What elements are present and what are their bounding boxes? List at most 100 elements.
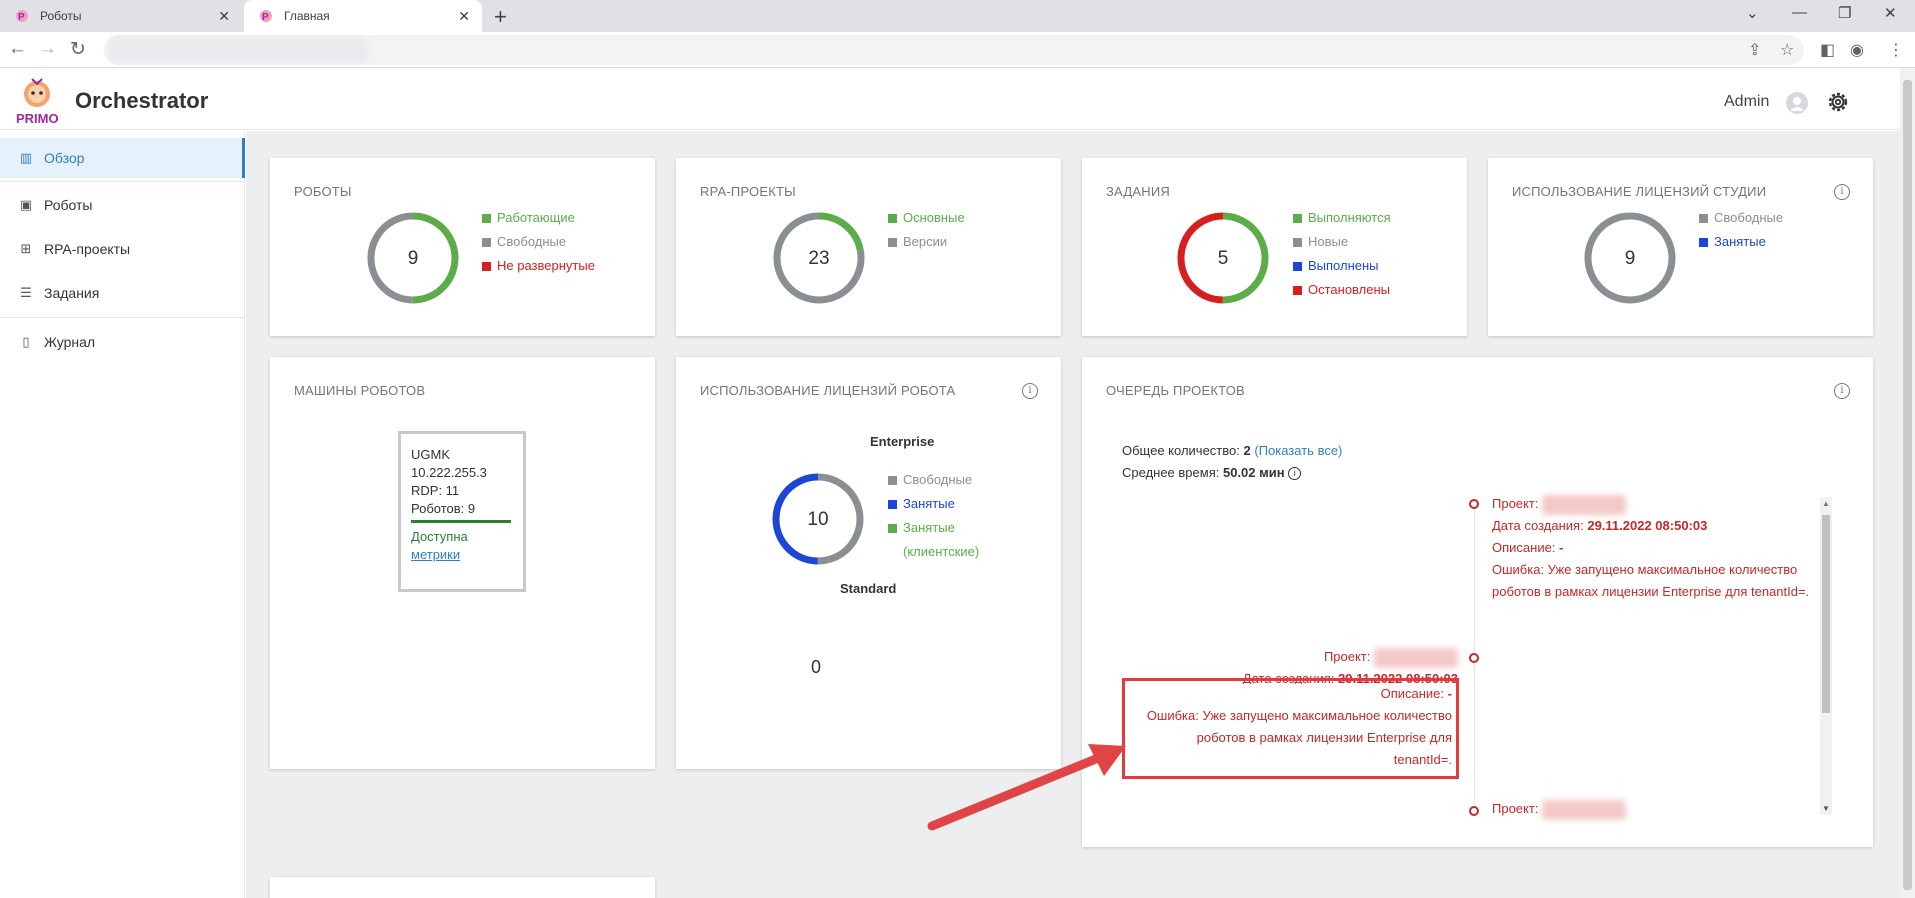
machine-status-bar <box>411 520 511 523</box>
robot-icon: ▣ <box>19 197 33 212</box>
project-queue-card: ОЧЕРЕДЬ ПРОЕКТОВ i Общее количество: 2 (… <box>1082 357 1873 847</box>
app-header: PRIMO Orchestrator Admin <box>0 68 1900 130</box>
info-icon[interactable]: i <box>1022 383 1038 399</box>
machine-tile[interactable]: UGMK 10.222.255.3 RDP: 11 Роботов: 9 Дос… <box>398 431 526 592</box>
legend-item[interactable]: Свободные <box>888 472 1008 496</box>
sidebar-item-overview[interactable]: ▥ Обзор <box>0 138 245 178</box>
side-panel-icon[interactable]: ◧ <box>1820 40 1835 60</box>
gear-icon[interactable] <box>1826 90 1850 114</box>
primo-logo: PRIMO <box>14 76 60 126</box>
journal-icon: ▯ <box>22 334 30 349</box>
robots-legend: Работающие Свободные Не развернутые <box>482 210 595 282</box>
legend-swatch <box>482 214 491 223</box>
legend-item[interactable]: Выполняются <box>1293 210 1391 234</box>
error-message: Ошибка: Уже запущено максимальное количе… <box>1146 708 1452 723</box>
legend-swatch <box>888 500 897 509</box>
legend-item[interactable]: Версии <box>888 234 965 258</box>
jobs-legend: Выполняются Новые Выполнены Остановлены <box>1293 210 1391 306</box>
legend-label: Работающие <box>497 210 575 225</box>
card-title: ИСПОЛЬЗОВАНИЕ ЛИЦЕНЗИЙ СТУДИИ <box>1512 184 1767 199</box>
tab-search-icon[interactable]: ⌄ <box>1746 4 1759 22</box>
show-all-link[interactable]: (Показать все) <box>1254 443 1342 458</box>
queue-entry[interactable]: Проект: Дата создания: 29.11.2022 08:50:… <box>1492 493 1822 603</box>
maximize-icon[interactable]: ❐ <box>1838 4 1851 22</box>
queue-entry[interactable]: Проект: <box>1492 798 1627 820</box>
redacted-project-name <box>1542 494 1627 515</box>
description-label: Описание: <box>1380 686 1445 701</box>
page-scrollbar-thumb[interactable] <box>1903 80 1912 890</box>
queue-average-time: Среднее время: 50.02 мин i <box>1122 465 1302 481</box>
description-label: Описание: <box>1492 540 1556 555</box>
timeline-node <box>1469 499 1479 509</box>
sidebar: ▥ Обзор ▣ Роботы ⊞ RPA-проекты ☰ Задания… <box>0 131 245 898</box>
profile-icon[interactable]: ◉ <box>1850 40 1864 60</box>
donut-total-label: 23 <box>808 248 829 269</box>
queue-total: Общее количество: 2 (Показать все) <box>1122 443 1342 458</box>
queue-scrollbar[interactable]: ▲ ▼ <box>1820 497 1832 815</box>
user-name[interactable]: Admin <box>1724 93 1769 111</box>
legend-label: Новые <box>1308 234 1349 249</box>
sidebar-item-label: Журнал <box>44 334 96 350</box>
legend-item[interactable]: Новые <box>1293 234 1391 258</box>
bar-chart-icon: ▥ <box>19 150 33 165</box>
projects-donut-chart: 23 <box>773 212 865 304</box>
close-tab-icon[interactable]: ✕ <box>458 8 470 25</box>
legend-swatch <box>1293 238 1302 247</box>
date-label: Дата создания: <box>1492 518 1584 533</box>
redacted-url <box>108 37 368 63</box>
scroll-down-icon[interactable]: ▼ <box>1822 804 1830 813</box>
card-title: ОЧЕРЕДЬ ПРОЕКТОВ <box>1106 383 1245 398</box>
timeline-node <box>1469 653 1479 663</box>
close-window-icon[interactable]: ✕ <box>1884 4 1897 22</box>
metrics-link[interactable]: метрики <box>411 546 513 564</box>
legend-swatch <box>1293 286 1302 295</box>
legend-item[interactable]: Остановлены <box>1293 282 1391 306</box>
card-title: МАШИНЫ РОБОТОВ <box>294 383 426 398</box>
error-message: Ошибка: Уже запущено максимальное количе… <box>1492 562 1810 599</box>
sidebar-item-jobs[interactable]: ☰ Задания <box>0 273 245 313</box>
close-tab-icon[interactable]: ✕ <box>218 8 230 25</box>
legend-item[interactable]: Основные <box>888 210 965 234</box>
legend-item[interactable]: Свободные <box>482 234 595 258</box>
url-input[interactable] <box>104 35 1804 65</box>
partial-card <box>270 877 655 898</box>
legend-item[interactable]: Работающие <box>482 210 595 234</box>
scrollbar-thumb[interactable] <box>1822 515 1830 713</box>
info-icon[interactable]: i <box>1834 184 1850 200</box>
redacted-project-name <box>1542 799 1627 820</box>
browser-tab-main[interactable]: P Главная ✕ <box>244 0 482 32</box>
reload-icon[interactable]: ↻ <box>70 38 86 61</box>
info-icon[interactable]: i <box>1834 383 1850 399</box>
highlight-box: Описание: - Ошибка: Уже запущено максима… <box>1122 678 1459 779</box>
browser-tab-robots[interactable]: P Роботы ✕ <box>0 0 242 32</box>
share-icon[interactable]: ⇪ <box>1748 40 1761 60</box>
legend-label: Остановлены <box>1308 282 1391 297</box>
legend-swatch <box>888 238 897 247</box>
legend-swatch <box>1293 262 1302 271</box>
new-tab-button[interactable]: + <box>494 4 507 30</box>
sidebar-item-robots[interactable]: ▣ Роботы <box>0 185 245 225</box>
bookmark-star-icon[interactable]: ☆ <box>1780 40 1794 60</box>
legend-item[interactable]: Не развернутые <box>482 258 595 282</box>
svg-text:P: P <box>262 12 269 23</box>
sidebar-item-rpa-projects[interactable]: ⊞ RPA-проекты <box>0 229 245 269</box>
user-avatar[interactable] <box>1786 92 1808 114</box>
legend-item[interactable]: Занятые <box>1699 234 1783 258</box>
forward-icon[interactable]: → <box>38 38 57 60</box>
donut-total-label: 5 <box>1218 248 1229 269</box>
legend-item[interactable]: Выполнены <box>1293 258 1391 282</box>
legend-label: Занятые (клиентские) <box>903 520 980 559</box>
legend-item[interactable]: Свободные <box>1699 210 1783 234</box>
kebab-menu-icon[interactable]: ⋮ <box>1888 40 1904 60</box>
legend-item[interactable]: Занятые (клиентские) <box>888 520 979 564</box>
info-icon[interactable]: i <box>1288 467 1302 481</box>
project-label: Проект: <box>1492 801 1539 816</box>
scroll-up-icon[interactable]: ▲ <box>1822 499 1830 508</box>
card-title: RPA-ПРОЕКТЫ <box>700 184 796 199</box>
minimize-icon[interactable]: — <box>1792 4 1807 21</box>
enterprise-label: Enterprise <box>870 434 935 449</box>
page-scrollbar[interactable] <box>1900 68 1915 898</box>
sidebar-item-journal[interactable]: ▯ Журнал <box>0 322 245 362</box>
legend-swatch <box>1699 214 1708 223</box>
back-icon[interactable]: ← <box>8 38 27 60</box>
